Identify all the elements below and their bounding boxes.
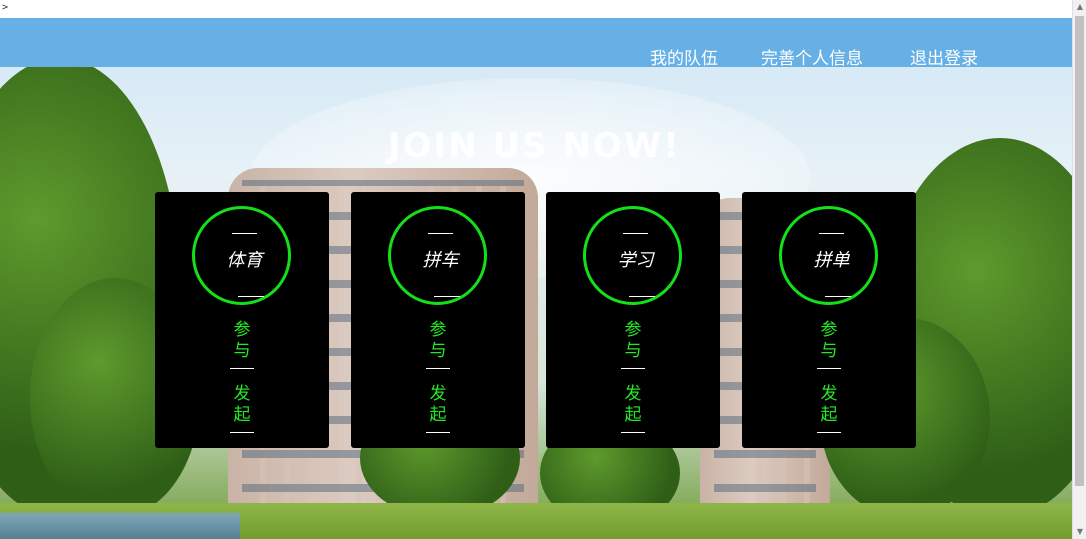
category-ring: 拼单	[779, 206, 878, 305]
category-label: 学习	[617, 250, 654, 271]
start-button[interactable]: 发起	[817, 384, 841, 426]
pond	[0, 513, 240, 539]
divider	[817, 368, 841, 369]
hero-title: JOIN US NOW!	[388, 126, 681, 166]
category-label: 拼车	[422, 250, 459, 271]
ring-dash-top	[232, 233, 257, 234]
ring-dash-top	[819, 233, 844, 234]
category-ring: 学习	[583, 206, 682, 305]
category-ring: 体育	[192, 206, 291, 305]
scrollbar-thumb[interactable]	[1075, 16, 1084, 486]
join-button[interactable]: 参与	[230, 320, 254, 362]
category-ring: 拼车	[388, 206, 487, 305]
category-card-sports: 体育 参与 发起	[155, 192, 329, 448]
ring-dash-top	[623, 233, 648, 234]
ring-dash-bottom	[434, 296, 460, 297]
category-label: 体育	[226, 250, 263, 271]
divider	[426, 432, 450, 433]
nav-my-team-link[interactable]: 我的队伍	[650, 44, 718, 69]
join-button[interactable]: 参与	[621, 320, 645, 362]
nav-logout-link[interactable]: 退出登录	[910, 44, 978, 69]
ring-dash-top	[428, 233, 453, 234]
divider	[230, 368, 254, 369]
join-button[interactable]: 参与	[426, 320, 450, 362]
scroll-up-arrow-icon[interactable]: ▲	[1073, 0, 1086, 14]
category-card-carpool: 拼车 参与 发起	[351, 192, 525, 448]
divider	[426, 368, 450, 369]
ring-dash-bottom	[238, 296, 264, 297]
divider	[817, 432, 841, 433]
ring-dash-bottom	[825, 296, 851, 297]
nav-profile-link[interactable]: 完善个人信息	[761, 44, 863, 69]
vertical-scrollbar[interactable]: ▲ ▼	[1072, 0, 1086, 539]
top-blank-strip: >	[0, 0, 1072, 18]
category-card-group-buy: 拼单 参与 发起	[742, 192, 916, 448]
start-button[interactable]: 发起	[230, 384, 254, 426]
stray-caret-text: >	[2, 2, 9, 13]
ring-dash-bottom	[629, 296, 655, 297]
category-label: 拼单	[813, 250, 850, 271]
divider	[621, 432, 645, 433]
category-card-study: 学习 参与 发起	[546, 192, 720, 448]
scroll-down-arrow-icon[interactable]: ▼	[1073, 525, 1086, 539]
start-button[interactable]: 发起	[426, 384, 450, 426]
divider	[621, 368, 645, 369]
start-button[interactable]: 发起	[621, 384, 645, 426]
join-button[interactable]: 参与	[817, 320, 841, 362]
divider	[230, 432, 254, 433]
